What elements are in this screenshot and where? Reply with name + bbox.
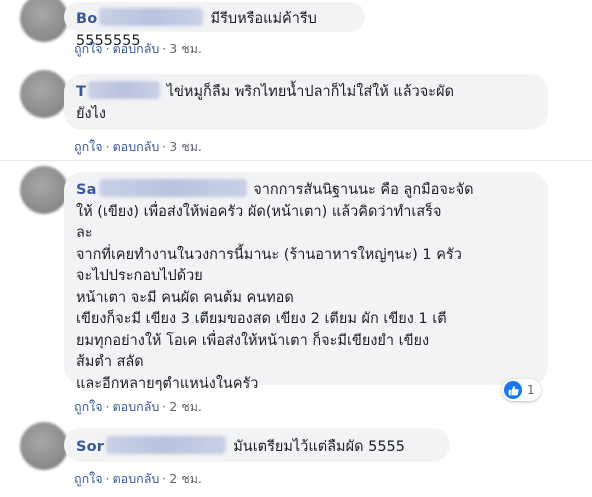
like-thumb-icon xyxy=(504,381,522,399)
comment-author[interactable]: Sor xyxy=(76,436,228,455)
comment-author[interactable]: Bo xyxy=(76,8,205,27)
thumb-glyph xyxy=(508,385,519,395)
avatar[interactable] xyxy=(20,0,68,42)
comment-author[interactable]: T xyxy=(76,81,162,104)
blurred-name xyxy=(106,436,227,454)
comment-actions: ถูกใจ · ตอบกลับ · 2 ชม. xyxy=(74,471,202,486)
like-link[interactable]: ถูกใจ xyxy=(74,471,103,486)
blurred-name xyxy=(98,179,247,197)
blurred-name xyxy=(99,8,204,26)
comment-text: T ไข่หมูก็ลืม พริกไทยน้ำปลาก็ไม่ใส่ให้ แ… xyxy=(76,81,536,125)
comment-timestamp[interactable]: 2 ชม. xyxy=(169,471,202,486)
comment-author[interactable]: Sa xyxy=(76,179,249,202)
comment-bubble: Sa จากการสันนิฐานนะ คือ ลูกมือจะจัด ให้ … xyxy=(64,172,548,392)
avatar[interactable] xyxy=(20,70,68,118)
avatar[interactable] xyxy=(20,422,68,470)
comment-bubble: Bo มีรีบหรือแม่ค้ารีบ 5555555 xyxy=(64,2,365,49)
like-link[interactable]: ถูกใจ xyxy=(74,139,103,154)
reply-link[interactable]: ตอบกลับ xyxy=(113,399,160,414)
avatar[interactable] xyxy=(20,166,68,214)
comment-actions: ถูกใจ · ตอบกลับ · 3 ชม. xyxy=(74,41,202,56)
comment-bubble: Sor มันเตรียมไว้แต่ลืมผัด 5555 xyxy=(64,428,450,462)
like-link[interactable]: ถูกใจ xyxy=(74,399,103,414)
comment-text: มันเตรียมไว้แต่ลืมผัด 5555 xyxy=(233,439,405,455)
divider xyxy=(0,160,592,161)
comment-actions: ถูกใจ · ตอบกลับ · 3 ชม. xyxy=(74,139,202,154)
reply-link[interactable]: ตอบกลับ xyxy=(113,471,160,486)
comment-timestamp[interactable]: 3 ชม. xyxy=(169,139,202,154)
like-link[interactable]: ถูกใจ xyxy=(74,41,103,56)
comment-timestamp[interactable]: 2 ชม. xyxy=(169,399,202,414)
reply-link[interactable]: ตอบกลับ xyxy=(113,41,160,56)
blurred-name xyxy=(88,81,161,99)
comment-text: Sa จากการสันนิฐานนะ คือ ลูกมือจะจัด ให้ … xyxy=(76,179,536,395)
comment-timestamp[interactable]: 3 ชม. xyxy=(169,41,202,56)
comment-actions: ถูกใจ · ตอบกลับ · 2 ชม. xyxy=(74,399,202,414)
reaction-count: 1 xyxy=(527,383,535,397)
comment-bubble: T ไข่หมูก็ลืม พริกไทยน้ำปลาก็ไม่ใส่ให้ แ… xyxy=(64,74,548,130)
reaction-summary[interactable]: 1 xyxy=(502,379,541,401)
reply-link[interactable]: ตอบกลับ xyxy=(113,139,160,154)
